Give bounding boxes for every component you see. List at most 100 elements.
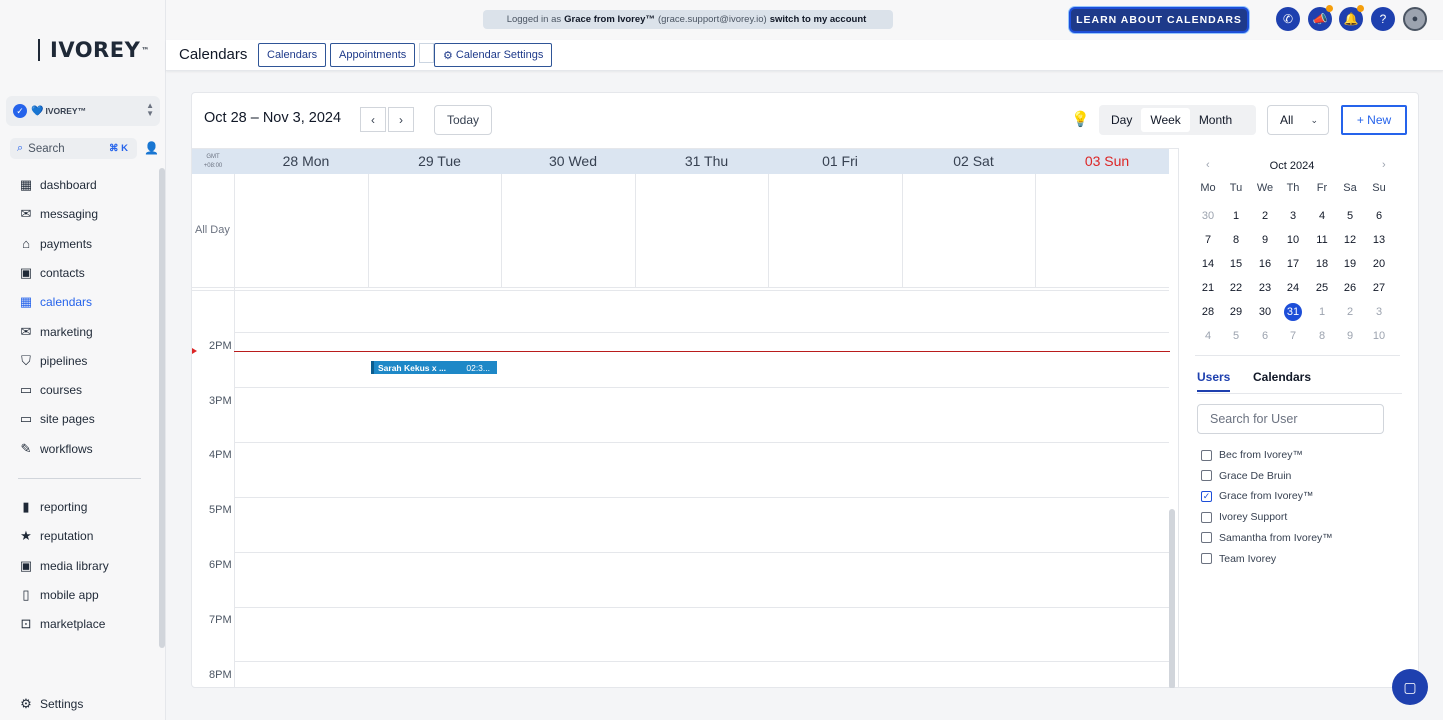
tab-users[interactable]: Users — [1197, 370, 1231, 392]
avatar[interactable]: ● — [1403, 7, 1427, 31]
megaphone-icon[interactable]: 📣 — [1308, 5, 1333, 31]
day-header[interactable]: 02 Sat — [944, 153, 1004, 169]
help-icon[interactable]: ? — [1371, 7, 1395, 31]
brand-logo[interactable]: IVOREY ™ — [38, 38, 150, 62]
view-day[interactable]: Day — [1102, 108, 1141, 132]
user-filter-item[interactable]: Ivorey Support — [1201, 510, 1287, 524]
mini-day[interactable]: 8 — [1222, 231, 1250, 249]
sidebar-item-media-library[interactable]: ▣ media library — [18, 555, 109, 577]
prev-week-button[interactable]: ‹ — [360, 107, 386, 132]
mini-day[interactable]: 19 — [1336, 255, 1364, 273]
grid-scrollbar[interactable] — [1169, 509, 1175, 688]
user-checkbox[interactable] — [1201, 532, 1212, 544]
user-filter-item[interactable]: Bec from Ivorey™ — [1201, 448, 1303, 462]
bell-icon[interactable]: 🔔 — [1339, 5, 1364, 31]
sidebar-item-contacts[interactable]: ▣ contacts — [18, 262, 85, 284]
mini-day[interactable]: 25 — [1308, 279, 1336, 297]
mini-day[interactable]: 10 — [1279, 231, 1307, 249]
filter-select[interactable]: All ⌄ — [1267, 105, 1329, 135]
learn-about-calendars-button[interactable]: LEARN ABOUT CALENDARS — [1069, 7, 1249, 33]
mini-day[interactable]: 28 — [1194, 303, 1222, 321]
today-button[interactable]: Today — [434, 105, 492, 135]
mini-day[interactable]: 29 — [1222, 303, 1250, 321]
tab-appointments[interactable]: Appointments — [330, 43, 416, 67]
mini-day[interactable]: 5 — [1336, 207, 1364, 225]
mini-day[interactable]: 26 — [1336, 279, 1364, 297]
sidebar-item-workflows[interactable]: ✎ workflows — [18, 438, 93, 460]
sidebar-item-marketing[interactable]: ✉ marketing — [18, 321, 93, 343]
sidebar-item-marketplace[interactable]: ⊡ marketplace — [18, 613, 106, 635]
mini-next-icon[interactable]: › — [1382, 159, 1386, 171]
mini-day[interactable]: 20 — [1365, 255, 1393, 273]
mini-day[interactable]: 3 — [1279, 207, 1307, 225]
mini-day[interactable]: 13 — [1365, 231, 1393, 249]
user-icon[interactable]: 👤 — [144, 141, 159, 155]
day-header[interactable]: 29 Tue — [410, 153, 470, 169]
mini-day[interactable]: 31 — [1279, 303, 1307, 321]
sidebar-item-mobile-app[interactable]: ▯ mobile app — [18, 584, 98, 606]
sidebar-item-settings[interactable]: ⚙ Settings — [18, 693, 83, 715]
sidebar-item-dashboard[interactable]: ▦ dashboard — [18, 174, 97, 196]
mini-day[interactable]: 21 — [1194, 279, 1222, 297]
mini-day[interactable]: 4 — [1308, 207, 1336, 225]
phone-icon[interactable]: ✆ — [1276, 7, 1300, 31]
mini-day[interactable]: 15 — [1222, 255, 1250, 273]
new-button[interactable]: + New — [1341, 105, 1407, 135]
event-block[interactable]: Sarah Kekus x ... 02:3... — [371, 361, 497, 374]
sidebar-item-courses[interactable]: ▭ courses — [18, 379, 82, 401]
user-search-input[interactable]: Search for User — [1197, 404, 1384, 434]
user-checkbox[interactable] — [1201, 553, 1212, 564]
mini-day[interactable]: 4 — [1194, 327, 1222, 345]
user-checkbox[interactable] — [1201, 449, 1212, 461]
mini-day[interactable]: 30 — [1251, 303, 1279, 321]
sidebar-item-payments[interactable]: ⌂ payments — [18, 233, 92, 255]
mini-day[interactable]: 5 — [1222, 327, 1250, 345]
view-week[interactable]: Week — [1141, 108, 1190, 132]
mini-day[interactable]: 23 — [1251, 279, 1279, 297]
user-filter-item[interactable]: ✓ Grace from Ivorey™ — [1201, 489, 1314, 503]
sidebar-item-pipelines[interactable]: ⛉ pipelines — [18, 350, 87, 372]
mini-day[interactable]: 6 — [1251, 327, 1279, 345]
tab-calendars[interactable]: Calendars — [258, 43, 327, 67]
sidebar-item-reporting[interactable]: ▮ reporting — [18, 496, 87, 518]
user-filter-item[interactable]: Samantha from Ivorey™ — [1201, 531, 1333, 545]
day-header[interactable]: 01 Fri — [810, 153, 870, 169]
mini-day[interactable]: 30 — [1194, 207, 1222, 225]
day-header[interactable]: 30 Wed — [543, 153, 603, 169]
next-week-button[interactable]: › — [388, 107, 414, 132]
view-month[interactable]: Month — [1190, 108, 1241, 132]
sidebar-search[interactable]: ⌕ Search ⌘ K — [10, 138, 137, 159]
day-header[interactable]: 28 Mon — [276, 153, 336, 169]
mini-day[interactable]: 14 — [1194, 255, 1222, 273]
chat-widget-button[interactable]: ▢ — [1392, 669, 1428, 705]
mini-day[interactable]: 1 — [1308, 303, 1336, 321]
mini-day[interactable]: 12 — [1336, 231, 1364, 249]
mini-day[interactable]: 7 — [1194, 231, 1222, 249]
mini-day[interactable]: 9 — [1336, 327, 1364, 345]
mini-day[interactable]: 10 — [1365, 327, 1393, 345]
user-checkbox[interactable]: ✓ — [1201, 490, 1212, 502]
sidebar-scrollbar[interactable] — [159, 168, 165, 648]
user-checkbox[interactable] — [1201, 511, 1212, 523]
mini-day[interactable]: 2 — [1251, 207, 1279, 225]
mini-day[interactable]: 8 — [1308, 327, 1336, 345]
mini-day[interactable]: 11 — [1308, 231, 1336, 249]
mini-day[interactable]: 1 — [1222, 207, 1250, 225]
user-filter-item[interactable]: Team Ivorey — [1201, 552, 1276, 566]
mini-day[interactable]: 17 — [1279, 255, 1307, 273]
user-filter-item[interactable]: Grace De Bruin — [1201, 469, 1291, 483]
mini-day[interactable]: 27 — [1365, 279, 1393, 297]
tab-calendars-panel[interactable]: Calendars — [1253, 370, 1311, 384]
mini-day[interactable]: 2 — [1336, 303, 1364, 321]
switch-account-link[interactable]: switch to my account — [770, 14, 867, 25]
sidebar-item-messaging[interactable]: ✉ messaging — [18, 203, 98, 225]
account-switcher[interactable]: ✓ 💙 IVOREY™ ▲ ▼ — [6, 96, 160, 126]
day-header[interactable]: 03 Sun — [1077, 153, 1137, 169]
mini-day[interactable]: 3 — [1365, 303, 1393, 321]
mini-day[interactable]: 7 — [1279, 327, 1307, 345]
sidebar-item-reputation[interactable]: ★ reputation — [18, 525, 93, 547]
mini-day[interactable]: 22 — [1222, 279, 1250, 297]
mini-day[interactable]: 6 — [1365, 207, 1393, 225]
mini-day[interactable]: 18 — [1308, 255, 1336, 273]
day-header[interactable]: 31 Thu — [677, 153, 737, 169]
